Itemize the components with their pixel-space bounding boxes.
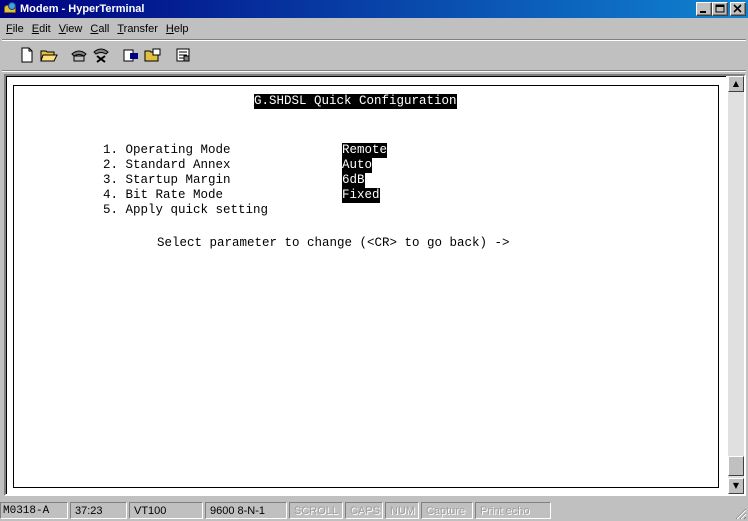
command-prompt: Select parameter to change (<CR> to go b… [157,236,510,250]
properties-icon[interactable] [172,45,194,65]
menu-view[interactable]: View [55,23,87,35]
maximize-button[interactable] [712,2,728,16]
menu-help[interactable]: Help [162,23,193,35]
status-bar: M0318-A 37:23 VT100 9600 8-N-1 SCROLL CA… [0,500,748,521]
menu-bar: File Edit View Call Transfer Help [0,20,193,37]
status-capture: Capture [421,502,473,519]
receive-icon[interactable] [142,45,164,65]
option-value-2: Auto [342,158,373,173]
resize-grip-icon[interactable] [735,508,747,520]
disconnect-icon[interactable] [90,45,112,65]
toolbar [16,44,194,66]
menu-edit[interactable]: Edit [28,23,55,35]
option-label-4: 4. Bit Rate Mode [103,188,224,202]
scroll-down-arrow-icon[interactable]: ▼ [728,478,744,494]
option-value-4: Fixed [342,188,380,203]
title-bar[interactable]: Modem - HyperTerminal [0,0,748,18]
menu-call[interactable]: Call [86,23,113,35]
hyperterminal-window: Modem - HyperTerminal File Edit View Cal… [0,0,748,521]
option-label-1: 1. Operating Mode [103,143,231,157]
open-icon[interactable] [38,45,60,65]
vertical-scrollbar[interactable]: ▲ ▼ [728,76,744,494]
minimize-button[interactable] [696,2,712,16]
status-emulation: VT100 [129,502,203,519]
status-scroll: SCROLL [289,502,343,519]
status-num: NUM [385,502,419,519]
terminal-screen[interactable]: G.SHDSL Quick Configuration 1. Operating… [6,76,726,494]
new-icon[interactable] [16,45,38,65]
option-label-5: 5. Apply quick setting [103,203,269,217]
toolbar-divider-bottom [2,70,746,72]
option-value-3: 6dB [342,173,365,188]
status-connect-time: 37:23 [70,502,127,519]
status-port-settings: 9600 8-N-1 [205,502,287,519]
menu-transfer[interactable]: Transfer [113,23,162,35]
option-value-1: Remote [342,143,388,158]
connect-icon[interactable] [68,45,90,65]
toolbar-divider [2,39,746,41]
menu-file[interactable]: File [2,23,28,35]
menu-title: G.SHDSL Quick Configuration [254,94,457,109]
terminal-frame: G.SHDSL Quick Configuration 1. Operating… [4,74,746,496]
scroll-up-arrow-icon[interactable]: ▲ [728,76,744,92]
window-title: Modem - HyperTerminal [20,3,145,15]
status-print-echo: Print echo [475,502,551,519]
status-host: M0318-A [0,502,68,519]
option-label-2: 2. Standard Annex [103,158,231,172]
send-icon[interactable] [120,45,142,65]
option-label-3: 3. Startup Margin [103,173,231,187]
scroll-thumb[interactable] [728,456,744,476]
hyperterminal-icon [3,2,17,16]
close-button[interactable] [730,2,746,16]
status-caps: CAPS [345,502,383,519]
